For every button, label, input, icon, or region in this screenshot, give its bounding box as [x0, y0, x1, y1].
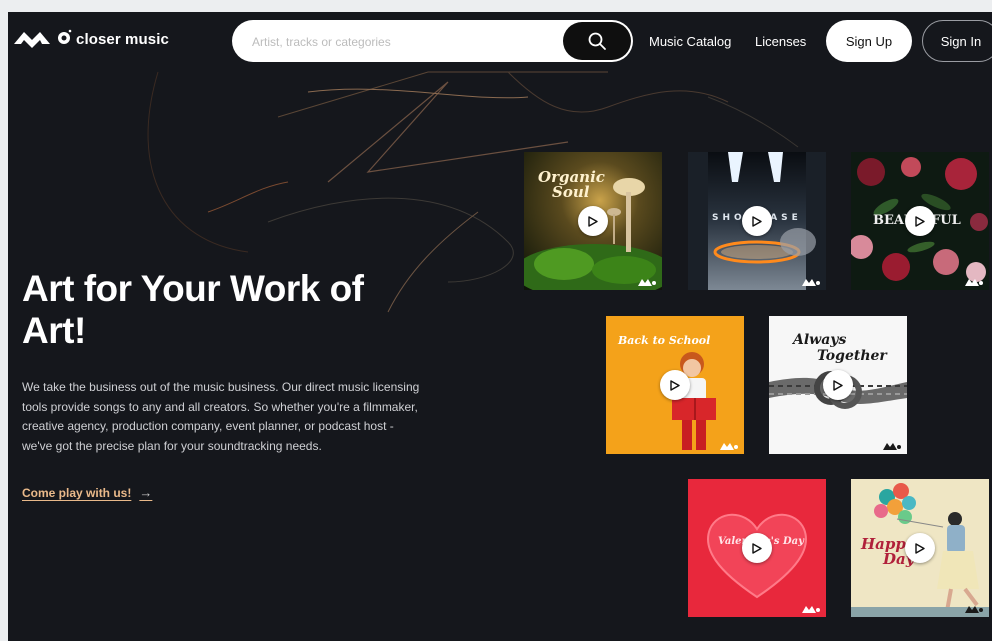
playlist-card-showcase[interactable]: SHOWCASE: [688, 152, 826, 290]
playlist-card-organic-soul[interactable]: Organic Soul: [524, 152, 662, 290]
cm-logo-icon: [14, 29, 72, 48]
play-button[interactable]: [742, 533, 772, 563]
play-icon: [915, 215, 925, 227]
hero-title: Art for Your Work of Art!: [22, 268, 442, 352]
hero-title-line1: Art for Your Work of: [22, 268, 364, 309]
play-icon: [752, 542, 762, 554]
search-icon: [588, 32, 606, 50]
hero-description: We take the business out of the music bu…: [22, 380, 420, 453]
sign-in-button[interactable]: Sign In: [922, 20, 992, 62]
hero-title-line2: Art!: [22, 310, 86, 351]
play-icon: [833, 379, 843, 391]
search-bar: [232, 20, 633, 62]
playlist-card-back-to-school[interactable]: Back to School: [606, 316, 744, 454]
card-title-line2: Together: [817, 348, 887, 364]
arrow-right-icon: →: [139, 485, 153, 500]
site-logo[interactable]: closer music: [12, 26, 169, 52]
play-icon: [915, 542, 925, 554]
playlist-card-beautiful[interactable]: BEAUTIFUL: [851, 152, 989, 290]
play-button[interactable]: [905, 533, 935, 563]
nav-music-catalog[interactable]: Music Catalog: [649, 34, 731, 49]
cta-link[interactable]: Come play with us! →: [22, 485, 152, 500]
cm-watermark-icon: [720, 443, 738, 450]
cm-watermark-icon: [965, 279, 983, 286]
cm-watermark-icon: [802, 606, 820, 613]
play-button[interactable]: [905, 206, 935, 236]
card-title: Organic Soul: [538, 170, 605, 200]
cm-watermark-icon: [965, 606, 983, 613]
playlist-card-happy-day[interactable]: Happy Day: [851, 479, 989, 617]
play-icon: [752, 215, 762, 227]
play-button[interactable]: [660, 370, 690, 400]
play-button[interactable]: [578, 206, 608, 236]
playlist-card-valentines-day[interactable]: Valentine's Day: [688, 479, 826, 617]
play-icon: [670, 379, 680, 391]
cm-watermark-icon: [883, 443, 901, 450]
play-icon: [588, 215, 598, 227]
cta-label: Come play with us!: [22, 485, 132, 500]
card-title: Always Together: [793, 332, 887, 364]
sign-up-button[interactable]: Sign Up: [826, 20, 912, 62]
app-window: closer music Music Catalog Licenses Sign…: [8, 12, 992, 641]
nav-licenses[interactable]: Licenses: [755, 34, 806, 49]
logo-text: closer music: [76, 30, 169, 48]
card-title: Back to School: [618, 334, 711, 347]
cm-watermark-icon: [802, 279, 820, 286]
play-button[interactable]: [742, 206, 772, 236]
search-button[interactable]: [563, 22, 631, 60]
search-input[interactable]: [250, 31, 554, 53]
card-title-line2: Soul: [552, 183, 590, 201]
cm-watermark-icon: [638, 279, 656, 286]
card-title-line1: Always: [793, 332, 847, 348]
play-button[interactable]: [823, 370, 853, 400]
playlist-card-always-together[interactable]: Always Together: [769, 316, 907, 454]
